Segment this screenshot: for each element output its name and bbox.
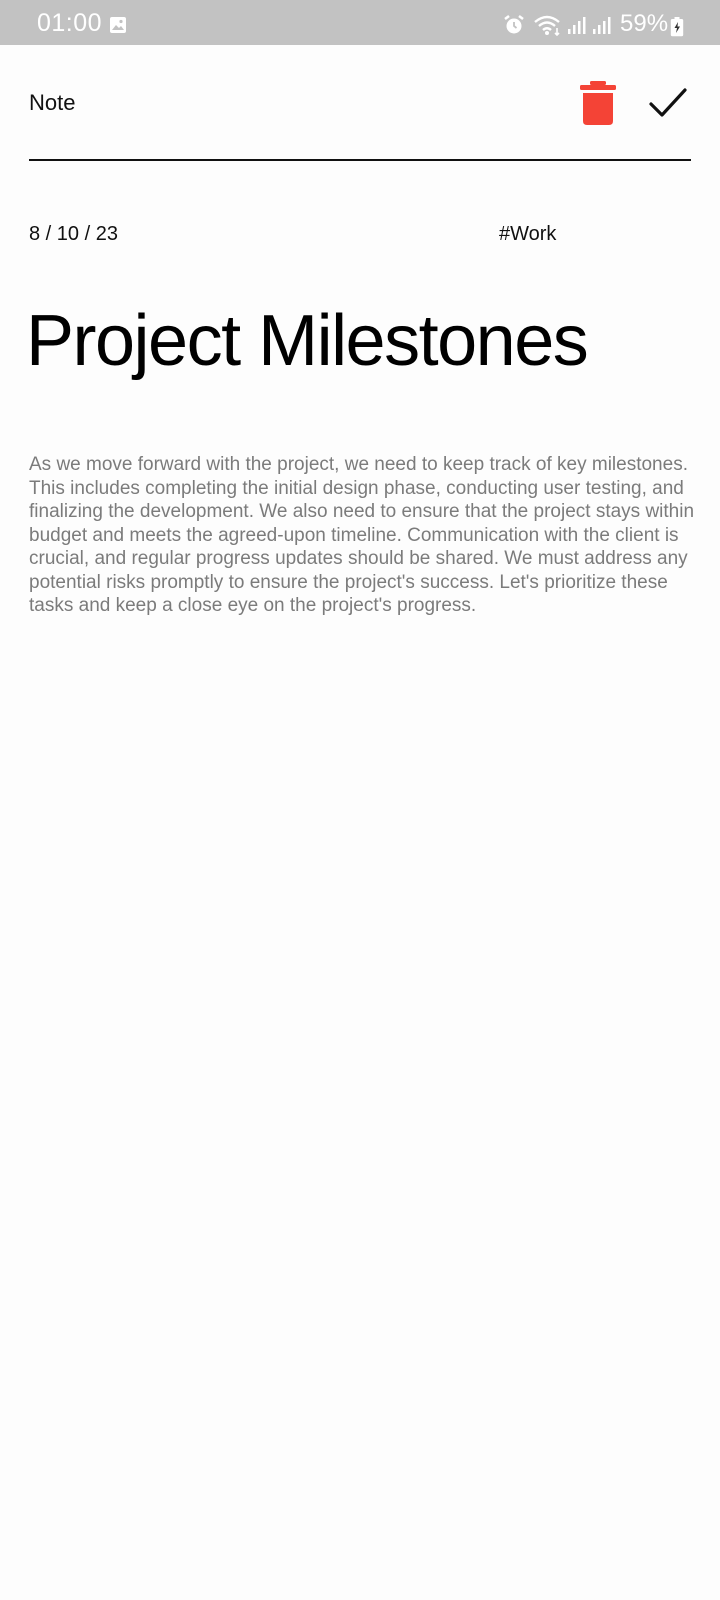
gallery-icon [110,17,126,33]
note-body[interactable]: As we move forward with the project, we … [29,453,699,618]
note-title[interactable]: Project Milestones [26,300,589,382]
trash-icon [580,81,616,125]
app-header: Note [0,45,720,161]
status-time: 01:00 [37,9,103,37]
signal-icon [593,17,611,34]
header-divider [29,159,691,161]
note-date: 8 / 10 / 23 [29,223,118,245]
alarm-icon [504,15,524,34]
delete-button[interactable] [580,81,616,125]
wifi-icon [534,15,560,36]
note-tag[interactable]: #Work [499,223,556,246]
signal-icon [568,17,586,34]
battery-icon [670,17,684,37]
checkmark-icon [649,88,687,117]
confirm-button[interactable] [648,85,688,121]
battery-percent: 59% [620,10,669,37]
status-bar: 01:00 59% [0,0,720,45]
page-title: Note [29,90,76,115]
